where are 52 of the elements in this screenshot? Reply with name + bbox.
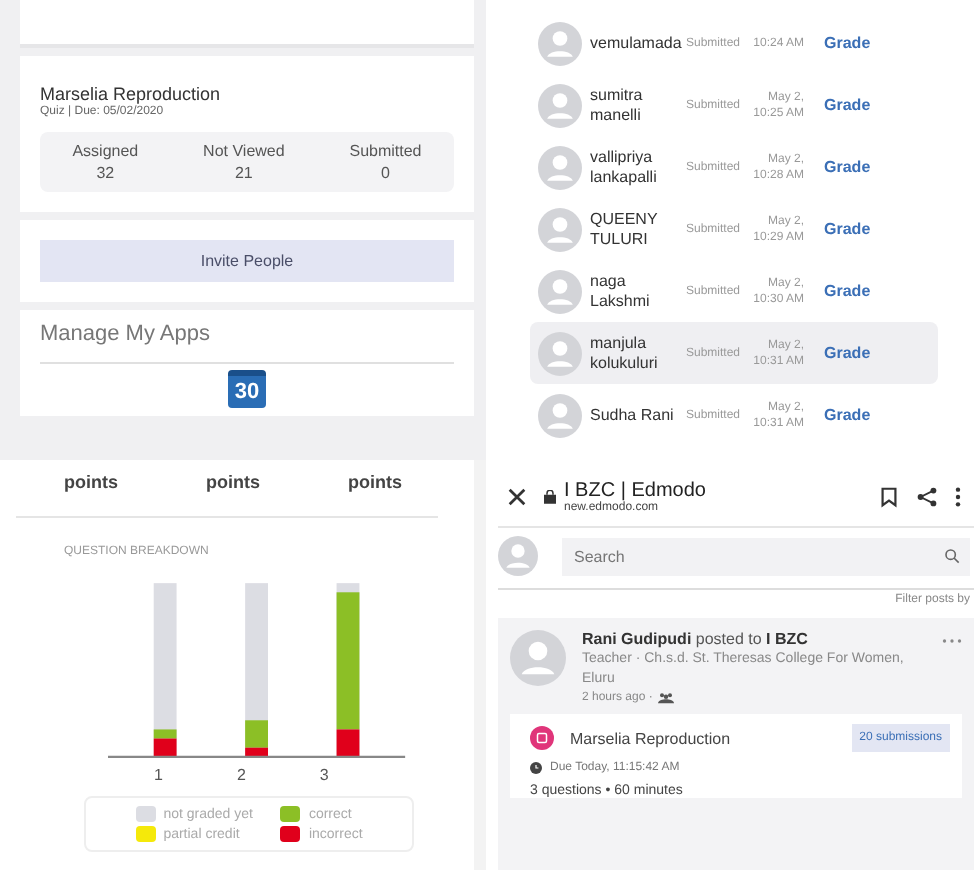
stat-value: 0 xyxy=(381,164,390,182)
student-name: sumitra manelli xyxy=(590,85,645,125)
search-field[interactable]: Search xyxy=(562,537,970,575)
student-name: vallipriya lankapalli xyxy=(590,147,659,187)
stat-value: 21 xyxy=(234,164,253,182)
stat-label: Submitted xyxy=(349,142,422,160)
lock-icon xyxy=(544,490,556,504)
search-icon[interactable] xyxy=(944,547,960,563)
more-icon[interactable] xyxy=(954,486,962,508)
question-number: 3 xyxy=(319,766,329,784)
student-name: naga Lakshmi xyxy=(590,271,652,311)
stat-value: 32 xyxy=(96,164,115,182)
bookmark-icon[interactable] xyxy=(878,486,900,508)
avatar-icon xyxy=(510,630,566,686)
grade-link[interactable]: Grade xyxy=(824,220,871,238)
question-number: 2 xyxy=(236,766,246,784)
grade-link[interactable]: Grade xyxy=(824,406,871,424)
quiz-icon xyxy=(530,726,554,750)
share-icon[interactable] xyxy=(916,486,938,508)
student-name: QUEENY TULURI xyxy=(590,209,660,249)
student-name: Sudha Rani xyxy=(590,405,676,425)
page-title: I BZC | Edmodo xyxy=(564,480,708,502)
points-label: points xyxy=(206,472,260,492)
stat-label: Assigned xyxy=(72,142,139,160)
avatar-icon xyxy=(538,83,582,127)
avatar-icon xyxy=(538,331,582,375)
group-icon xyxy=(658,692,675,704)
stat-label: Not Viewed xyxy=(203,142,285,160)
student-name: vemulamada xyxy=(590,33,678,53)
close-icon[interactable] xyxy=(506,486,528,508)
points-label: points xyxy=(64,472,118,492)
avatar-icon xyxy=(538,269,582,313)
section-heading: Manage My Apps xyxy=(40,322,454,364)
avatar-icon xyxy=(538,21,582,65)
grade-link[interactable]: Grade xyxy=(824,96,871,114)
grade-link[interactable]: Grade xyxy=(824,282,871,300)
question-number: 1 xyxy=(154,766,163,784)
invite-people-button[interactable]: Invite People xyxy=(40,240,454,282)
student-name: manjula kolukuluri xyxy=(590,333,660,373)
avatar-icon xyxy=(538,207,582,251)
grade-link[interactable]: Grade xyxy=(824,34,871,52)
avatar-icon xyxy=(538,393,582,437)
points-label: points xyxy=(348,472,402,492)
clock-icon xyxy=(530,762,542,774)
avatar-icon xyxy=(538,145,582,189)
grade-link[interactable]: Grade xyxy=(824,344,871,362)
avatar-icon xyxy=(498,536,538,576)
calendar-icon[interactable]: 30 xyxy=(228,370,266,408)
post-author: Rani Gudipudi posted to I BZC xyxy=(582,630,810,648)
grade-link[interactable]: Grade xyxy=(824,158,871,176)
assignment-title: Marselia Reproduction xyxy=(570,729,733,747)
assignment-title: Marselia Reproduction xyxy=(40,84,223,104)
